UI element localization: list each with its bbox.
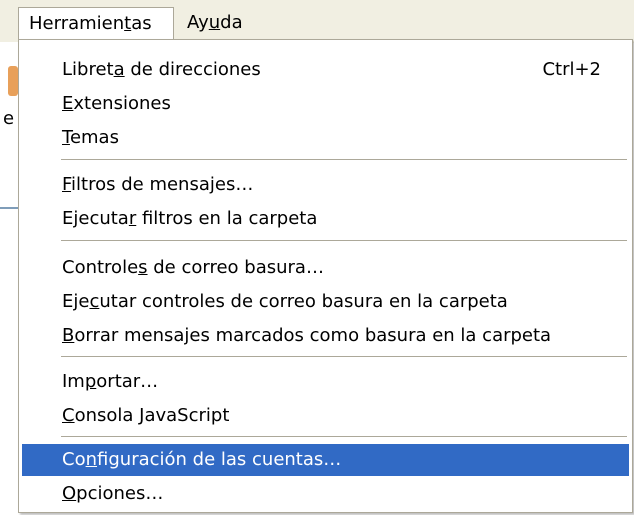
- menu-item-consola-javascript[interactable]: Consola JavaScript: [22, 400, 629, 432]
- menu-item-accel: c: [89, 291, 100, 312]
- background-divider: [0, 207, 18, 209]
- menu-separator: [61, 436, 627, 437]
- menu-item-accel: E: [62, 93, 74, 114]
- background-text-fragment: e: [3, 108, 15, 129]
- menu-item-libreta-direcciones[interactable]: Libreta de direcciones Ctrl+2: [22, 54, 629, 86]
- menu-item-importar[interactable]: Importar…: [22, 366, 629, 398]
- menu-item-temas[interactable]: Temas: [22, 122, 629, 154]
- menu-item-label-2: onsola JavaScript: [74, 405, 230, 426]
- menu-item-ejecutar-filtros[interactable]: Ejecutar filtros en la carpeta: [22, 203, 629, 235]
- menu-item-borrar-basura[interactable]: Borrar mensajes marcados como basura en …: [22, 320, 629, 352]
- menu-item-configuracion-cuentas[interactable]: Configuración de las cuentas…: [22, 444, 629, 476]
- menu-item-filtros-mensajes[interactable]: Filtros de mensajes…: [22, 169, 629, 201]
- app-logo-fragment: [8, 66, 18, 96]
- menu-item-label-1: Libret: [62, 59, 114, 80]
- menu-herramientas-text-2: as: [131, 13, 152, 34]
- menu-item-accel: n: [85, 449, 98, 470]
- menu-item-label-2: emas: [69, 127, 119, 148]
- menu-item-label-2: utar controles de correo basura en la ca…: [99, 291, 508, 312]
- menu-ayuda-text-1: Ay: [187, 12, 209, 33]
- menu-item-label-2: pciones…: [76, 483, 164, 504]
- screenshot: Herramientas Ayuda e Libreta de direccio…: [0, 0, 634, 515]
- menu-item-label-1: Co: [62, 449, 86, 470]
- menu-item-accel: T: [62, 127, 70, 148]
- menu-item-accel: B: [62, 325, 75, 346]
- menu-herramientas[interactable]: Herramientas: [18, 7, 174, 39]
- menu-item-label-2: ortar…: [96, 371, 159, 392]
- menu-item-accel: F: [62, 174, 72, 195]
- menu-separator: [61, 240, 627, 241]
- menu-item-label-1: Controle: [62, 257, 139, 278]
- menu-herramientas-text-1: Herramien: [29, 13, 125, 34]
- menu-item-label-2: orrar mensajes marcados como basura en l…: [74, 325, 552, 346]
- menu-item-label-2: iltros de mensajes…: [71, 174, 254, 195]
- menu-item-label-2: filtros en la carpeta: [136, 208, 318, 229]
- menu-item-label-1: Ejecuta: [62, 208, 129, 229]
- menu-item-ejecutar-controles-basura[interactable]: Ejecutar controles de correo basura en l…: [22, 286, 629, 318]
- menu-item-accel: s: [138, 257, 148, 278]
- menu-item-extensiones[interactable]: Extensiones: [22, 88, 629, 120]
- menu-ayuda[interactable]: Ayuda: [177, 7, 267, 39]
- menu-item-controles-correo-basura[interactable]: Controles de correo basura…: [22, 252, 629, 284]
- herramientas-dropdown: Libreta de direcciones Ctrl+2 Extensiones…: [18, 39, 633, 513]
- menu-item-opciones[interactable]: Opciones…: [22, 478, 629, 510]
- menu-bar: Herramientas Ayuda: [0, 0, 634, 43]
- menu-ayuda-text-2: da: [220, 12, 243, 33]
- menu-item-label-2: figuración de las cuentas…: [97, 449, 342, 470]
- menu-item-accel: p: [84, 371, 97, 392]
- menu-item-accel: a: [113, 59, 125, 80]
- menu-item-label-2: xtensiones: [73, 93, 171, 114]
- shortcut-label: Ctrl+2: [542, 59, 601, 80]
- menu-item-label-2: de direcciones: [124, 59, 261, 80]
- menu-item-label-2: de correo basura…: [147, 257, 324, 278]
- menu-item-accel: C: [62, 405, 75, 426]
- menu-ayuda-accel: u: [208, 12, 221, 33]
- menu-separator: [61, 159, 627, 160]
- menu-separator: [61, 356, 627, 357]
- menu-item-label-1: Im: [62, 371, 85, 392]
- menu-item-accel: O: [62, 483, 77, 504]
- menu-item-label-1: Eje: [62, 291, 90, 312]
